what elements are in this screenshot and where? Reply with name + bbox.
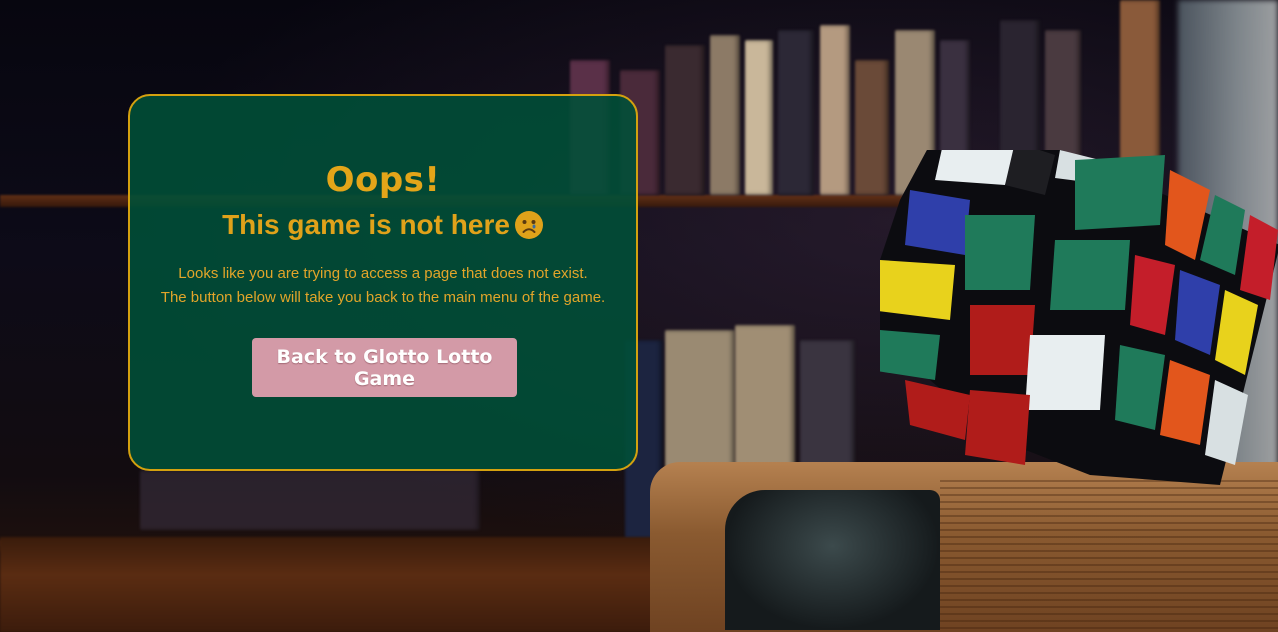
back-to-game-button[interactable]: Back to Glotto Lotto Game: [252, 338, 517, 397]
book: [800, 340, 855, 475]
book: [820, 25, 850, 195]
book: [140, 470, 480, 530]
message-line: Looks like you are trying to access a pa…: [178, 265, 588, 282]
rubiks-cube-icon: [880, 150, 1278, 485]
error-message: Looks like you are trying to access a pa…: [130, 262, 636, 310]
book: [665, 45, 705, 195]
message-line: The button below will take you back to t…: [160, 289, 606, 306]
old-book-pages: [940, 480, 1278, 630]
book: [778, 30, 814, 195]
book: [745, 40, 773, 195]
page-subtitle: This game is not here: [130, 208, 636, 242]
subtitle-text: This game is not here: [222, 209, 510, 240]
book: [735, 325, 795, 475]
old-book-spine: [725, 490, 940, 630]
book: [710, 35, 740, 195]
page-title: Oops!: [325, 160, 441, 200]
book: [665, 330, 735, 475]
sad-face-icon: [514, 211, 543, 239]
error-card: Oops! This game is not here Looks like y…: [128, 94, 638, 471]
